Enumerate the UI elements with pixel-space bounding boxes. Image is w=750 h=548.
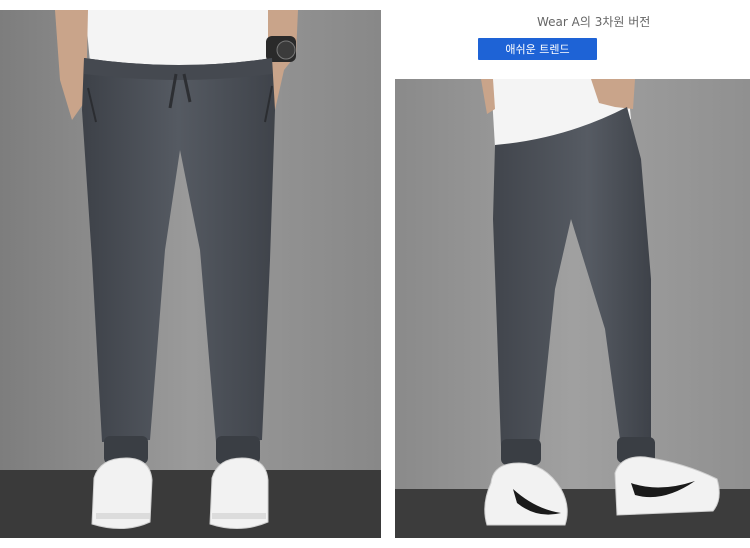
trend-badge[interactable]: 애쉬운 트렌드 [478,38,597,60]
white-tshirt [85,10,270,67]
left-ankle-cuff [501,439,541,465]
product-photo-front [0,10,381,538]
floor [0,470,381,538]
front-view-illustration [0,10,381,538]
watch-face [276,40,296,60]
product-caption: Wear A의 3차원 버전 [537,15,651,29]
product-photo-back [395,79,750,538]
back-view-illustration [395,79,750,538]
